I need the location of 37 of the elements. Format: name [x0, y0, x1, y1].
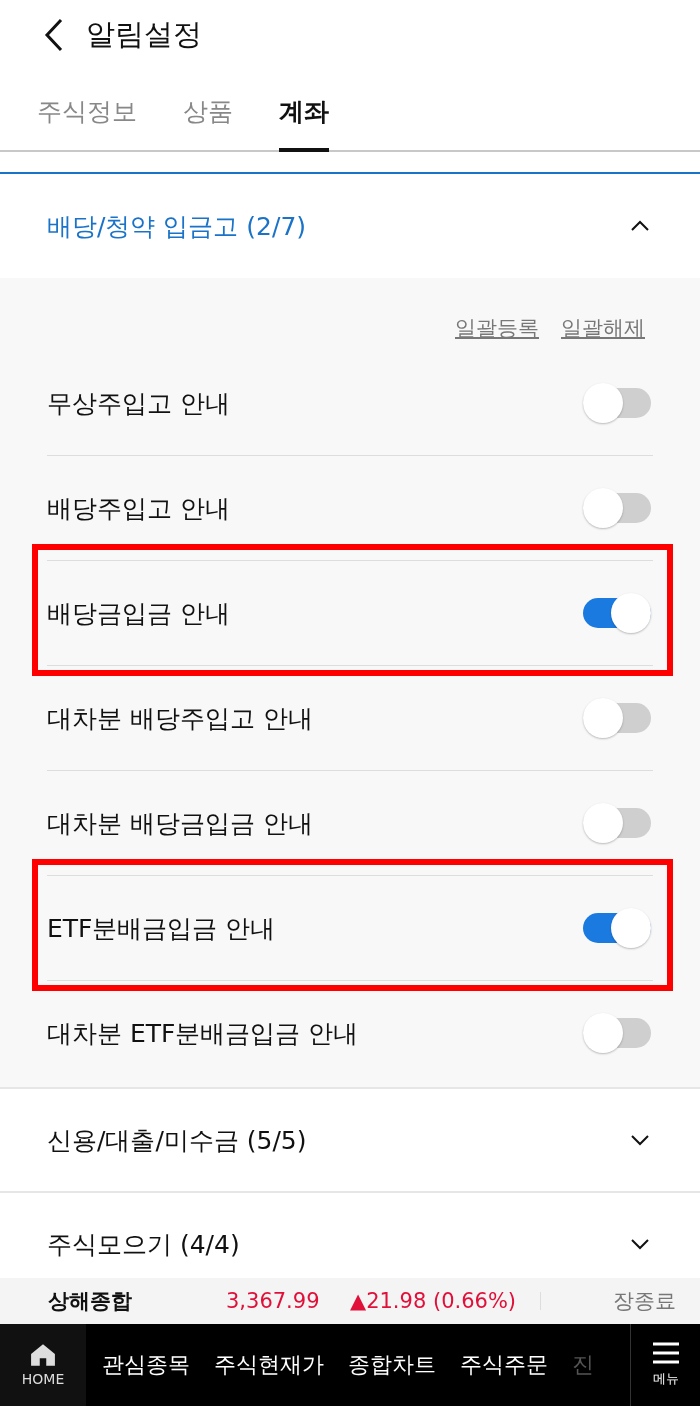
chevron-icon: [630, 220, 650, 232]
toggle-switch[interactable]: [581, 1011, 653, 1055]
tab[interactable]: 상품: [183, 95, 233, 152]
section-header[interactable]: 신용/대출/미수금 (5/5): [0, 1089, 700, 1193]
nav-item[interactable]: 관심종목: [102, 1350, 190, 1380]
market-status: 장종료: [613, 1288, 676, 1315]
setting-label: 대차분 ETF분배금입금 안내: [47, 1017, 359, 1050]
setting-label: 대차분 배당주입고 안내: [47, 702, 313, 735]
toggle-switch[interactable]: [581, 801, 653, 845]
chevron-icon: [630, 1134, 650, 1146]
toggle-switch[interactable]: [581, 381, 653, 425]
tab[interactable]: 계좌: [279, 95, 329, 152]
bulk-link[interactable]: 일괄등록: [455, 314, 539, 351]
index-change: ▲21.98 (0.66%): [350, 1289, 517, 1313]
nav-item[interactable]: 주식현재가: [214, 1350, 324, 1380]
setting-label: 무상주입고 안내: [47, 387, 230, 420]
toggle-switch[interactable]: [581, 696, 653, 740]
chevron-icon: [630, 1238, 650, 1250]
tab[interactable]: 주식정보: [37, 95, 137, 152]
setting-label: 배당금입금 안내: [47, 597, 230, 630]
nav-item[interactable]: 주식주문: [460, 1350, 548, 1380]
setting-label: 배당주입고 안내: [47, 492, 230, 525]
toggle-switch[interactable]: [581, 906, 653, 950]
home-button[interactable]: HOME: [0, 1324, 86, 1406]
home-icon: [30, 1343, 56, 1367]
toggle-switch[interactable]: [581, 591, 653, 635]
nav-item[interactable]: 종합차트: [348, 1350, 436, 1380]
index-value: 3,367.99: [226, 1289, 321, 1313]
back-icon[interactable]: [44, 18, 64, 52]
toggle-switch[interactable]: [581, 486, 653, 530]
section-header[interactable]: 배당/청약 입금고 (2/7): [0, 174, 700, 278]
bulk-link[interactable]: 일괄해제: [561, 314, 645, 351]
setting-label: ETF분배금입금 안내: [47, 912, 276, 945]
index-name: 상해종합: [48, 1288, 133, 1315]
page-title: 알림설정: [86, 16, 202, 53]
setting-label: 대차분 배당금입금 안내: [47, 807, 313, 840]
menu-icon: [651, 1342, 680, 1364]
